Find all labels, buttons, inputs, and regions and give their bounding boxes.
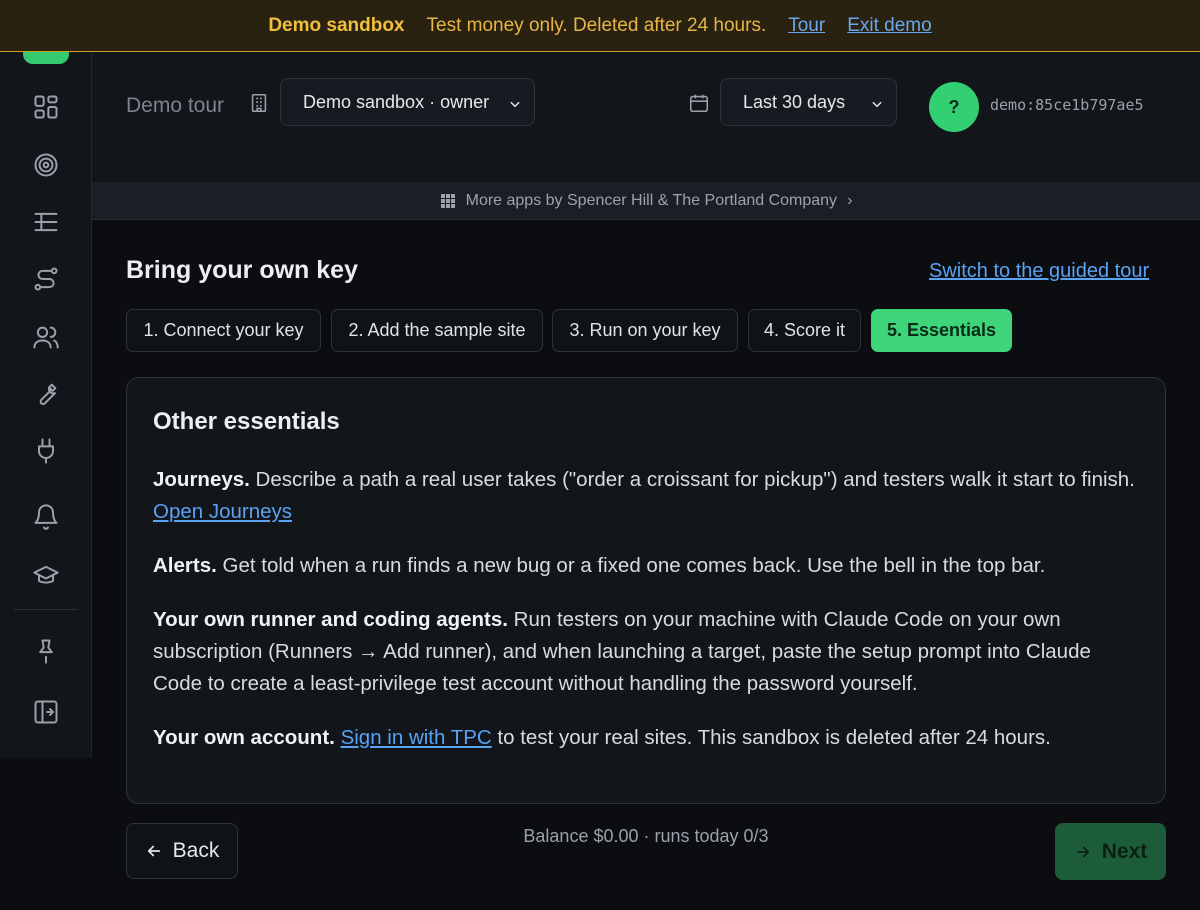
route-icon[interactable] xyxy=(30,263,62,295)
next-button[interactable]: Next xyxy=(1055,823,1166,880)
sign-in-link[interactable]: Sign in with TPC xyxy=(341,726,492,749)
tree-list-icon[interactable] xyxy=(30,206,62,238)
open-journeys-link[interactable]: Open Journeys xyxy=(153,500,292,523)
step-tab-add-sample-site[interactable]: 2. Add the sample site xyxy=(331,309,543,352)
step-tab-score-it[interactable]: 4. Score it xyxy=(748,309,861,352)
page-label: Demo tour xyxy=(126,94,225,117)
journeys-label: Journeys. xyxy=(153,468,250,491)
top-header: Demo tour Demo sandbox · owner Last 30 d… xyxy=(92,52,1200,182)
tour-link[interactable]: Tour xyxy=(788,15,825,37)
date-range-value: Last 30 days xyxy=(743,91,846,112)
exit-demo-link[interactable]: Exit demo xyxy=(847,15,931,37)
account-label: Your own account. xyxy=(153,726,335,749)
sign-in-icon[interactable] xyxy=(30,696,62,728)
alerts-text: Get told when a run finds a new bug or a… xyxy=(216,554,1046,577)
calendar-icon xyxy=(688,92,710,114)
guided-tour-link[interactable]: Switch to the guided tour xyxy=(929,260,1149,283)
balance-status: Balance $0.00 · runs today 0/3 xyxy=(523,826,769,846)
chevron-down-icon xyxy=(870,95,884,109)
dashboard-icon[interactable] xyxy=(30,91,62,123)
step-tab-run-on-key[interactable]: 3. Run on your key xyxy=(552,309,738,352)
account-paragraph: Your own account. Sign in with TPC to te… xyxy=(153,722,1139,754)
demo-banner: Demo sandbox Test money only. Deleted af… xyxy=(0,0,1200,52)
org-select[interactable]: Demo sandbox · owner xyxy=(280,78,535,126)
target-icon[interactable] xyxy=(30,149,62,181)
avatar[interactable]: ? xyxy=(929,82,979,132)
org-select-value: Demo sandbox · owner xyxy=(303,91,490,112)
wrench-icon[interactable] xyxy=(30,378,62,410)
card-title: Other essentials xyxy=(153,408,340,435)
step-tab-connect-key[interactable]: 1. Connect your key xyxy=(126,309,321,352)
alerts-paragraph: Alerts. Get told when a run finds a new … xyxy=(153,550,1139,582)
chevron-down-icon xyxy=(508,95,522,109)
bell-icon[interactable] xyxy=(30,501,62,533)
page-title: Bring your own key xyxy=(126,256,358,284)
account-text: to test your real sites. This sandbox is… xyxy=(491,726,1051,749)
user-id: demo:85ce1b797ae5 xyxy=(990,96,1144,114)
more-apps-text: More apps by Spencer Hill & The Portland… xyxy=(465,191,838,209)
plug-icon[interactable] xyxy=(30,435,62,467)
users-icon[interactable] xyxy=(30,321,62,353)
journeys-text: Describe a path a real user takes ("orde… xyxy=(249,468,1135,491)
banner-text: Test money only. Deleted after 24 hours. xyxy=(426,14,767,36)
alerts-label: Alerts. xyxy=(153,554,217,577)
next-button-label: Next xyxy=(1101,839,1148,863)
step-tab-essentials[interactable]: 5. Essentials xyxy=(871,309,1012,352)
more-apps-link[interactable]: More apps by Spencer Hill & The Portland… xyxy=(92,182,1200,220)
chevron-right-icon: › xyxy=(847,191,853,209)
journeys-paragraph: Journeys. Describe a path a real user ta… xyxy=(153,464,1139,528)
graduation-cap-icon[interactable] xyxy=(30,559,62,591)
arrow-right-icon xyxy=(1076,846,1089,857)
date-range-select[interactable]: Last 30 days xyxy=(720,78,897,126)
grid-icon xyxy=(440,193,456,209)
sidebar-divider xyxy=(14,609,77,610)
pin-icon[interactable] xyxy=(30,635,62,667)
building-icon xyxy=(248,92,270,114)
essentials-card: Other essentials Journeys. Describe a pa… xyxy=(126,377,1166,804)
runner-paragraph: Your own runner and coding agents. Run t… xyxy=(153,604,1139,700)
sidebar xyxy=(0,0,92,758)
banner-title: Demo sandbox xyxy=(268,14,405,36)
runner-label: Your own runner and coding agents. xyxy=(153,608,508,631)
